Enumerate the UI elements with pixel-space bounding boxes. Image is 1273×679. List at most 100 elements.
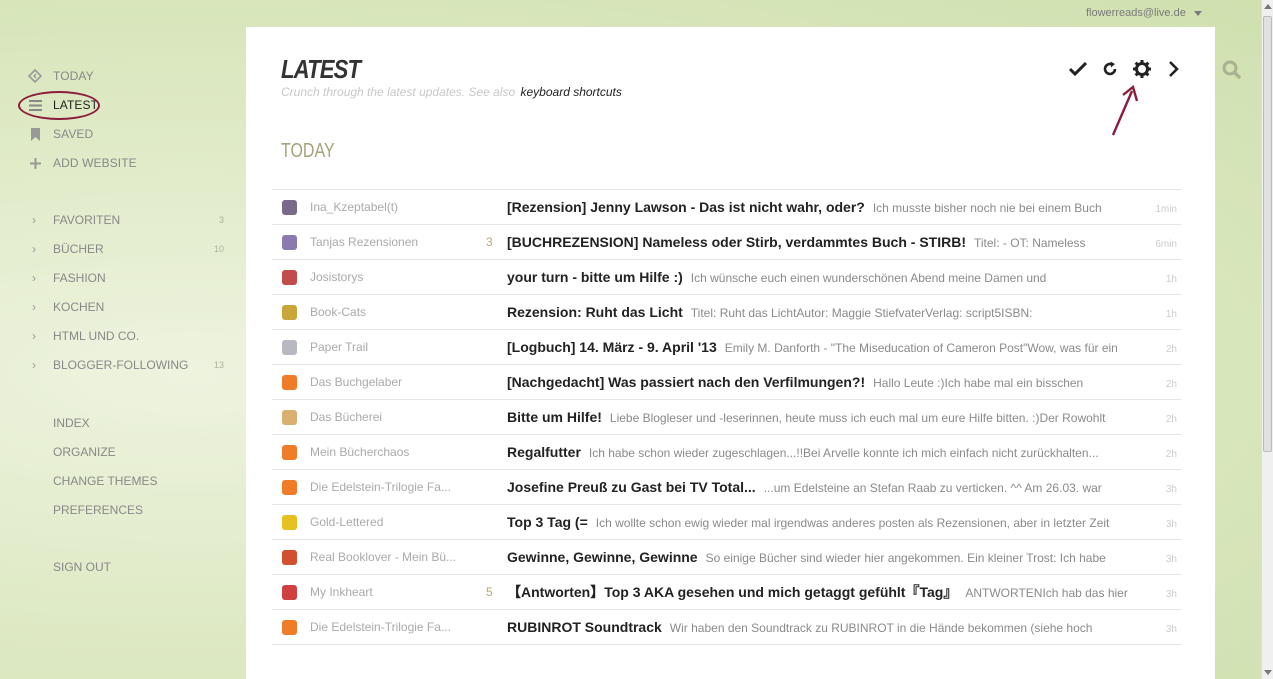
source-favicon-icon <box>282 409 297 425</box>
entry-age: 2h <box>1165 379 1177 390</box>
link-organize[interactable]: ORGANIZE <box>53 445 116 459</box>
entry-text[interactable]: RUBINROT Soundtrack Wir haben den Soundtr… <box>507 619 1147 635</box>
entry-text[interactable]: Top 3 Tag (= Ich wollte schon ewig wieder… <box>507 514 1147 530</box>
entry-text[interactable]: Rezension: Ruht das Licht Titel: Ruht das… <box>507 304 1147 320</box>
entry-row[interactable]: Gold-Lettered Top 3 Tag (= Ich wollte scho… <box>272 505 1181 540</box>
entry-source[interactable]: Tanjas Rezensionen <box>310 235 418 249</box>
entry-row[interactable]: Paper Trail [Logbuch] 14. März - 9. April… <box>272 330 1181 365</box>
category-label: BÜCHER <box>53 242 104 256</box>
entry-row[interactable]: My Inkheart 5 【Antworten】Top 3 AKA gesehen… <box>272 575 1181 610</box>
category-label: KOCHEN <box>53 300 105 314</box>
page-title: LATEST <box>281 54 361 84</box>
chevron-down-icon <box>1193 10 1202 16</box>
entry-source[interactable]: Book-Cats <box>310 305 366 319</box>
category-fashion[interactable]: › FASHION <box>32 268 224 288</box>
entry-row[interactable]: Das Bücherei Bitte um Hilfe! Liebe Blogles… <box>272 400 1181 435</box>
category-favoriten[interactable]: › FAVORITEN 3 <box>32 210 224 230</box>
source-favicon-icon <box>282 339 297 355</box>
scrollbar-thumb[interactable] <box>1263 16 1272 452</box>
scrollbar[interactable] <box>1261 0 1273 679</box>
entry-title: Regalfutter <box>507 444 581 460</box>
entry-source[interactable]: Mein Bücherchaos <box>310 445 409 459</box>
chevron-right-icon: › <box>32 212 36 227</box>
entry-source[interactable]: Die Edelstein-Trilogie Fa... <box>310 620 451 634</box>
entry-row[interactable]: Book-Cats Rezension: Ruht das Licht Titel:… <box>272 295 1181 330</box>
entry-age: 3h <box>1165 519 1177 530</box>
next-button[interactable] <box>1158 59 1190 79</box>
entry-row[interactable]: Die Edelstein-Trilogie Fa... RUBINROT Sou… <box>272 610 1181 645</box>
source-favicon-icon <box>282 374 297 390</box>
link-preferences[interactable]: PREFERENCES <box>53 503 143 517</box>
entry-text[interactable]: [BUCHREZENSION] Nameless oder Stirb, ver… <box>507 234 1147 250</box>
search-icon <box>1222 60 1242 80</box>
entry-row[interactable]: Real Booklover - Mein Bü... Gewinne, Gewi… <box>272 540 1181 575</box>
category-count: 3 <box>218 215 224 225</box>
entry-source[interactable]: Das Buchgelaber <box>310 375 402 389</box>
bookmark-icon <box>28 127 42 141</box>
source-favicon-icon <box>282 199 297 215</box>
entry-row[interactable]: Josistorys your turn - bitte um Hilfe :) I… <box>272 260 1181 295</box>
chevron-right-icon: › <box>32 299 36 314</box>
entry-text[interactable]: [Logbuch] 14. März - 9. April '13 Emily M… <box>507 339 1147 355</box>
entry-row[interactable]: Die Edelstein-Trilogie Fa... Josefine Pre… <box>272 470 1181 505</box>
mark-all-read-button[interactable] <box>1062 59 1094 79</box>
entry-snippet: Titel: - OT: Nameless <box>973 236 1086 250</box>
account-menu[interactable]: flowerreads@live.de <box>1086 7 1202 19</box>
entry-source[interactable]: Gold-Lettered <box>310 515 383 529</box>
keyboard-shortcuts-link[interactable]: keyboard shortcuts <box>521 85 622 99</box>
entry-row[interactable]: Mein Bücherchaos Regalfutter Ich habe scho… <box>272 435 1181 470</box>
source-favicon-icon <box>282 514 297 530</box>
annotation-arrow <box>1111 85 1139 136</box>
category-kochen[interactable]: › KOCHEN <box>32 297 224 317</box>
entry-age: 1min <box>1155 204 1177 215</box>
unread-count: 5 <box>486 585 493 599</box>
entry-age: 2h <box>1165 344 1177 355</box>
entry-row[interactable]: Das Buchgelaber [Nachgedacht] Was passier… <box>272 365 1181 400</box>
link-index[interactable]: INDEX <box>53 416 90 430</box>
entry-title: [Nachgedacht] Was passiert nach den Verf… <box>507 374 866 390</box>
entry-text[interactable]: Gewinne, Gewinne, Gewinne So einige Büche… <box>507 549 1147 565</box>
nav-today[interactable]: TODAY <box>28 66 94 86</box>
link-sign-out[interactable]: SIGN OUT <box>53 560 111 574</box>
chevron-right-icon: › <box>32 328 36 343</box>
entry-source[interactable]: My Inkheart <box>310 585 373 599</box>
entry-title: your turn - bitte um Hilfe :) <box>507 269 683 285</box>
entry-title: RUBINROT Soundtrack <box>507 619 662 635</box>
category-buecher[interactable]: › BÜCHER 10 <box>32 239 224 259</box>
entry-source[interactable]: Real Booklover - Mein Bü... <box>310 550 456 564</box>
entry-source[interactable]: Die Edelstein-Trilogie Fa... <box>310 480 451 494</box>
entry-row[interactable]: Ina_Kzeptabel(t) [Rezension] Jenny Lawson… <box>272 190 1181 225</box>
entry-source[interactable]: Ina_Kzeptabel(t) <box>310 200 398 214</box>
source-favicon-icon <box>282 479 297 495</box>
entry-age: 1h <box>1165 274 1177 285</box>
category-html[interactable]: › HTML UND CO. <box>32 326 224 346</box>
entry-snippet: Ich habe schon wieder zugeschlagen...!!B… <box>588 446 1099 460</box>
entry-list: Ina_Kzeptabel(t) [Rezension] Jenny Lawson… <box>272 189 1181 645</box>
source-favicon-icon <box>282 549 297 565</box>
entry-source[interactable]: Paper Trail <box>310 340 368 354</box>
refresh-button[interactable] <box>1094 59 1126 79</box>
entry-source[interactable]: Das Bücherei <box>310 410 382 424</box>
search-button[interactable] <box>1222 60 1242 85</box>
entry-text[interactable]: Regalfutter Ich habe schon wieder zugesch… <box>507 444 1147 460</box>
entry-text[interactable]: Josefine Preuß zu Gast bei TV Total.....… <box>507 479 1147 495</box>
link-change-themes[interactable]: CHANGE THEMES <box>53 474 157 488</box>
gear-icon <box>1133 60 1151 78</box>
plus-icon <box>28 156 42 170</box>
entry-age: 6min <box>1155 239 1177 250</box>
scroll-up-icon[interactable] <box>1264 4 1272 9</box>
scroll-down-icon[interactable] <box>1264 670 1272 675</box>
nav-saved[interactable]: SAVED <box>28 124 93 144</box>
entry-text[interactable]: 【Antworten】Top 3 AKA gesehen und mich ge… <box>507 582 1147 602</box>
nav-add-website[interactable]: ADD WEBSITE <box>28 153 137 173</box>
entry-text[interactable]: Bitte um Hilfe! Liebe Blogleser und -lese… <box>507 409 1147 425</box>
entry-text[interactable]: [Rezension] Jenny Lawson - Das ist nicht… <box>507 199 1147 215</box>
entry-text[interactable]: your turn - bitte um Hilfe :) Ich wünsche… <box>507 269 1147 285</box>
source-favicon-icon <box>282 269 297 285</box>
entry-source[interactable]: Josistorys <box>310 270 363 284</box>
category-blogger-following[interactable]: › BLOGGER-FOLLOWING 13 <box>32 355 224 375</box>
entry-text[interactable]: [Nachgedacht] Was passiert nach den Verf… <box>507 374 1147 390</box>
entry-row[interactable]: Tanjas Rezensionen 3 [BUCHREZENSION] Namel… <box>272 225 1181 260</box>
settings-button[interactable] <box>1126 59 1158 79</box>
source-favicon-icon <box>282 234 297 250</box>
